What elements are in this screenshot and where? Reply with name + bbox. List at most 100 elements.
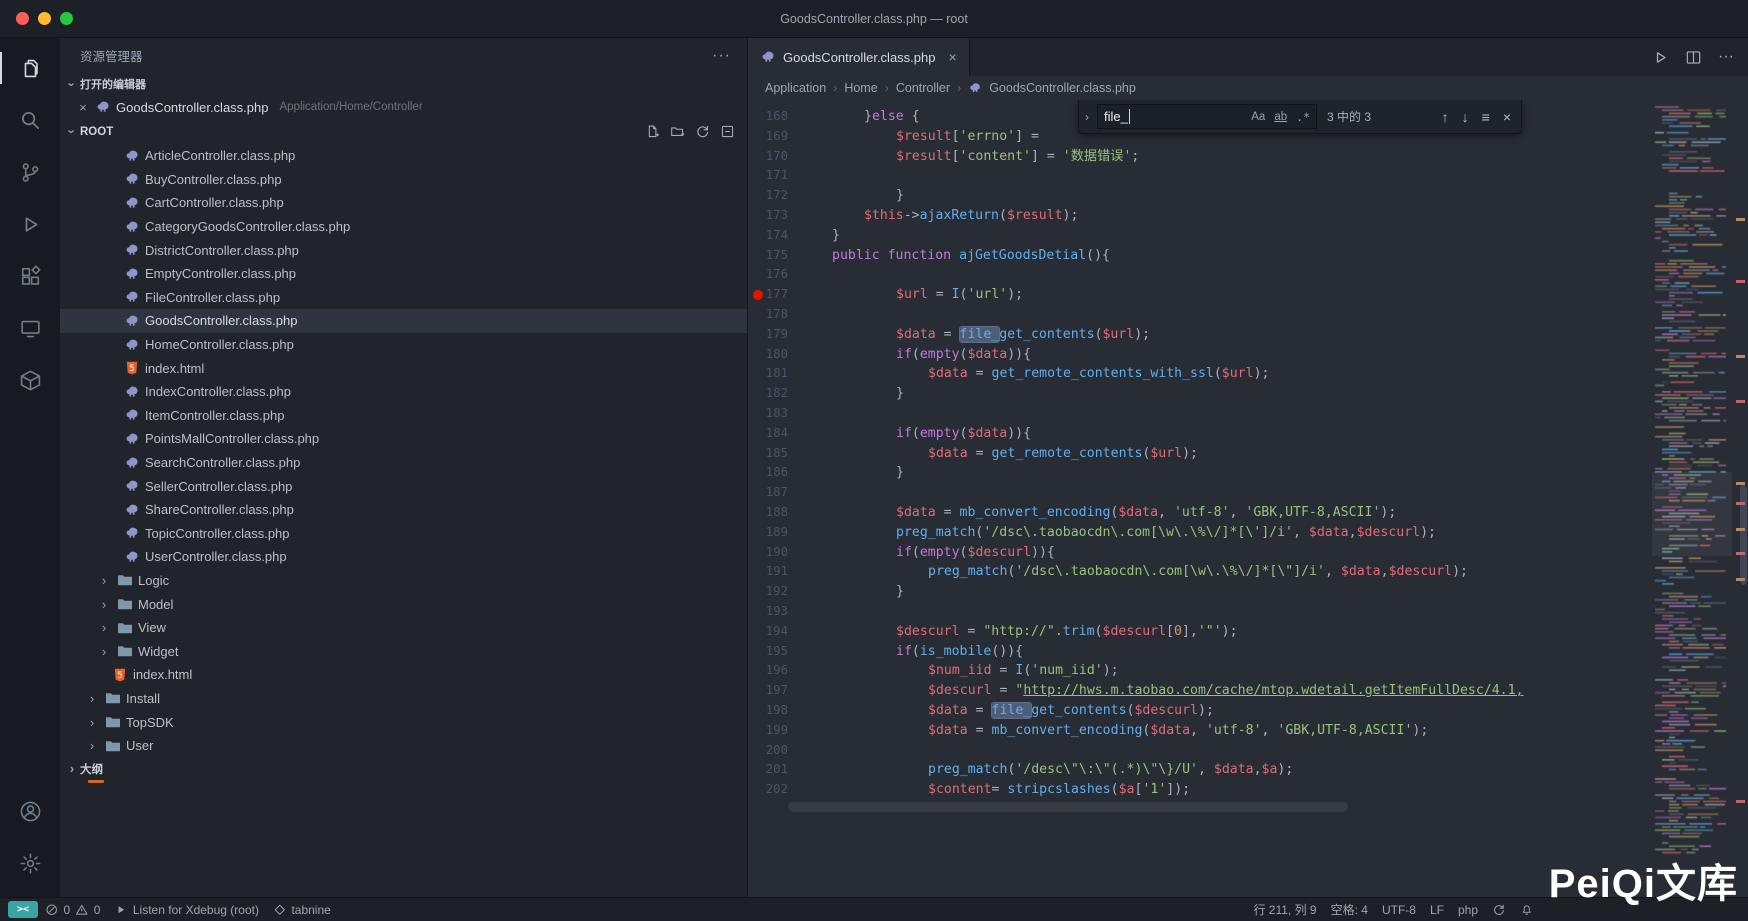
line-content[interactable]: $data = mb_convert_encoding($data, 'utf-… xyxy=(788,721,1428,741)
tree-item-buycontroller-class-php[interactable]: BuyController.class.php xyxy=(60,168,747,192)
indentation-status[interactable]: 空格: 4 xyxy=(1324,901,1375,918)
close-tab-icon[interactable]: × xyxy=(948,49,956,65)
line-content[interactable]: $descurl = "http://".trim($descurl[0],'"… xyxy=(788,622,1238,642)
line-content[interactable]: $descurl = "http://hws.m.taobao.com/cach… xyxy=(788,681,1524,701)
line-gutter[interactable]: 200 xyxy=(748,741,788,761)
tree-item-index-html[interactable]: index.html xyxy=(60,356,747,380)
line-gutter[interactable]: 182 xyxy=(748,384,788,404)
line-gutter[interactable]: 178 xyxy=(748,305,788,325)
tab-goodscontroller[interactable]: GoodsController.class.php × xyxy=(748,38,970,76)
line-content[interactable]: $result['errno'] = xyxy=(788,127,1047,147)
line-gutter[interactable]: 169 xyxy=(748,127,788,147)
line-gutter[interactable]: 189 xyxy=(748,523,788,543)
eol-status[interactable]: LF xyxy=(1423,903,1451,917)
line-gutter[interactable]: 184 xyxy=(748,424,788,444)
line-gutter[interactable]: 199 xyxy=(748,721,788,741)
line-gutter[interactable]: 186 xyxy=(748,463,788,483)
line-content[interactable] xyxy=(788,602,800,622)
tree-item-view[interactable]: ›View xyxy=(60,616,747,640)
code-line-193[interactable]: 193 xyxy=(748,602,1652,622)
code-line-200[interactable]: 200 xyxy=(748,741,1652,761)
editor-more-actions-icon[interactable]: ··· xyxy=(1718,48,1734,66)
sidebar-more-actions-icon[interactable]: ··· xyxy=(712,47,731,65)
line-content[interactable]: } xyxy=(788,582,904,602)
code-line-174[interactable]: 174} xyxy=(748,226,1652,246)
code-line-183[interactable]: 183 xyxy=(748,404,1652,424)
horizontal-scrollbar[interactable] xyxy=(788,802,1348,812)
problems-status[interactable]: 0 0 xyxy=(38,898,107,921)
line-gutter[interactable]: 175 xyxy=(748,246,788,266)
code-lines[interactable]: 168}else {169$result['errno'] = 170$resu… xyxy=(748,107,1652,800)
code-line-185[interactable]: 185$data = get_remote_contents($url); xyxy=(748,444,1652,464)
close-find-icon[interactable]: × xyxy=(1503,110,1511,124)
tabnine-status[interactable]: tabnine xyxy=(266,898,338,921)
regex-toggle[interactable]: .* xyxy=(1296,110,1310,124)
line-content[interactable]: if(empty($data)){ xyxy=(788,345,1031,365)
toggle-replace-chevron-icon[interactable]: › xyxy=(1079,100,1095,133)
split-editor-icon[interactable] xyxy=(1685,49,1702,66)
code-line-173[interactable]: 173$this->ajaxReturn($result); xyxy=(748,206,1652,226)
line-gutter[interactable]: 198 xyxy=(748,701,788,721)
line-content[interactable]: $data = get_remote_contents($url); xyxy=(788,444,1198,464)
remote-explorer-button[interactable] xyxy=(0,302,60,354)
breadcrumb-item-controller[interactable]: Controller xyxy=(896,81,950,95)
line-gutter[interactable]: 183 xyxy=(748,404,788,424)
line-gutter[interactable]: 176 xyxy=(748,265,788,285)
code-line-171[interactable]: 171 xyxy=(748,166,1652,186)
line-gutter[interactable]: 180 xyxy=(748,345,788,365)
code-line-172[interactable]: 172} xyxy=(748,186,1652,206)
tree-item-districtcontroller-class-php[interactable]: DistrictController.class.php xyxy=(60,238,747,262)
collapse-all-icon[interactable] xyxy=(720,124,735,139)
source-control-button[interactable] xyxy=(0,146,60,198)
encoding-status[interactable]: UTF-8 xyxy=(1375,903,1423,917)
tree-item-user[interactable]: ›User xyxy=(60,734,747,758)
line-gutter[interactable]: 193 xyxy=(748,602,788,622)
tree-item-logic[interactable]: ›Logic xyxy=(60,569,747,593)
tree-item-topsdk[interactable]: ›TopSDK xyxy=(60,710,747,734)
line-gutter[interactable]: 190 xyxy=(748,543,788,563)
code-line-177[interactable]: 177$url = I('url'); xyxy=(748,285,1652,305)
language-status[interactable]: php xyxy=(1451,903,1485,917)
line-content[interactable]: } xyxy=(788,463,904,483)
code-line-197[interactable]: 197$descurl = "http://hws.m.taobao.com/c… xyxy=(748,681,1652,701)
code-line-199[interactable]: 199$data = mb_convert_encoding($data, 'u… xyxy=(748,721,1652,741)
find-in-selection-icon[interactable]: ≡ xyxy=(1482,110,1490,124)
code-line-178[interactable]: 178 xyxy=(748,305,1652,325)
tree-item-itemcontroller-class-php[interactable]: ItemController.class.php xyxy=(60,404,747,428)
tree-item-articlecontroller-class-php[interactable]: ArticleController.class.php xyxy=(60,144,747,168)
line-gutter[interactable]: 202 xyxy=(748,780,788,800)
line-content[interactable]: }else { xyxy=(788,107,920,127)
code-line-182[interactable]: 182} xyxy=(748,384,1652,404)
tree-item-searchcontroller-class-php[interactable]: SearchController.class.php xyxy=(60,451,747,475)
tree-item-topiccontroller-class-php[interactable]: TopicController.class.php xyxy=(60,522,747,546)
line-content[interactable] xyxy=(788,265,800,285)
code-line-198[interactable]: 198$data = file_get_contents($descurl); xyxy=(748,701,1652,721)
whole-word-toggle[interactable]: ab xyxy=(1274,111,1287,123)
minimize-window-button[interactable] xyxy=(38,12,51,25)
line-gutter[interactable]: 177 xyxy=(748,285,788,305)
minimap-slider[interactable] xyxy=(1652,472,1732,556)
line-gutter[interactable]: 188 xyxy=(748,503,788,523)
next-match-icon[interactable]: ↓ xyxy=(1462,110,1469,124)
code-line-180[interactable]: 180if(empty($data)){ xyxy=(748,345,1652,365)
code-line-175[interactable]: 175public function ajGetGoodsDetial(){ xyxy=(748,246,1652,266)
line-gutter[interactable]: 174 xyxy=(748,226,788,246)
code-line-189[interactable]: 189preg_match('/dsc\.taobaocdn\.com[\w\.… xyxy=(748,523,1652,543)
line-content[interactable] xyxy=(788,404,800,424)
line-content[interactable]: $result['content'] = '数据错误'; xyxy=(788,147,1139,167)
line-content[interactable] xyxy=(788,483,800,503)
tree-item-sharecontroller-class-php[interactable]: ShareController.class.php xyxy=(60,498,747,522)
line-content[interactable]: if(empty($data)){ xyxy=(788,424,1031,444)
line-gutter[interactable]: 192 xyxy=(748,582,788,602)
code-line-196[interactable]: 196$num_iid = I('num_iid'); xyxy=(748,661,1652,681)
line-gutter[interactable]: 194 xyxy=(748,622,788,642)
line-gutter[interactable]: 185 xyxy=(748,444,788,464)
run-debug-file-icon[interactable] xyxy=(1652,49,1669,66)
line-content[interactable]: if(is_mobile()){ xyxy=(788,642,1023,662)
code-line-188[interactable]: 188$data = mb_convert_encoding($data, 'u… xyxy=(748,503,1652,523)
line-gutter[interactable]: 181 xyxy=(748,364,788,384)
explorer-button[interactable] xyxy=(0,42,60,94)
search-button[interactable] xyxy=(0,94,60,146)
sync-status[interactable] xyxy=(1485,903,1513,917)
code-line-195[interactable]: 195if(is_mobile()){ xyxy=(748,642,1652,662)
